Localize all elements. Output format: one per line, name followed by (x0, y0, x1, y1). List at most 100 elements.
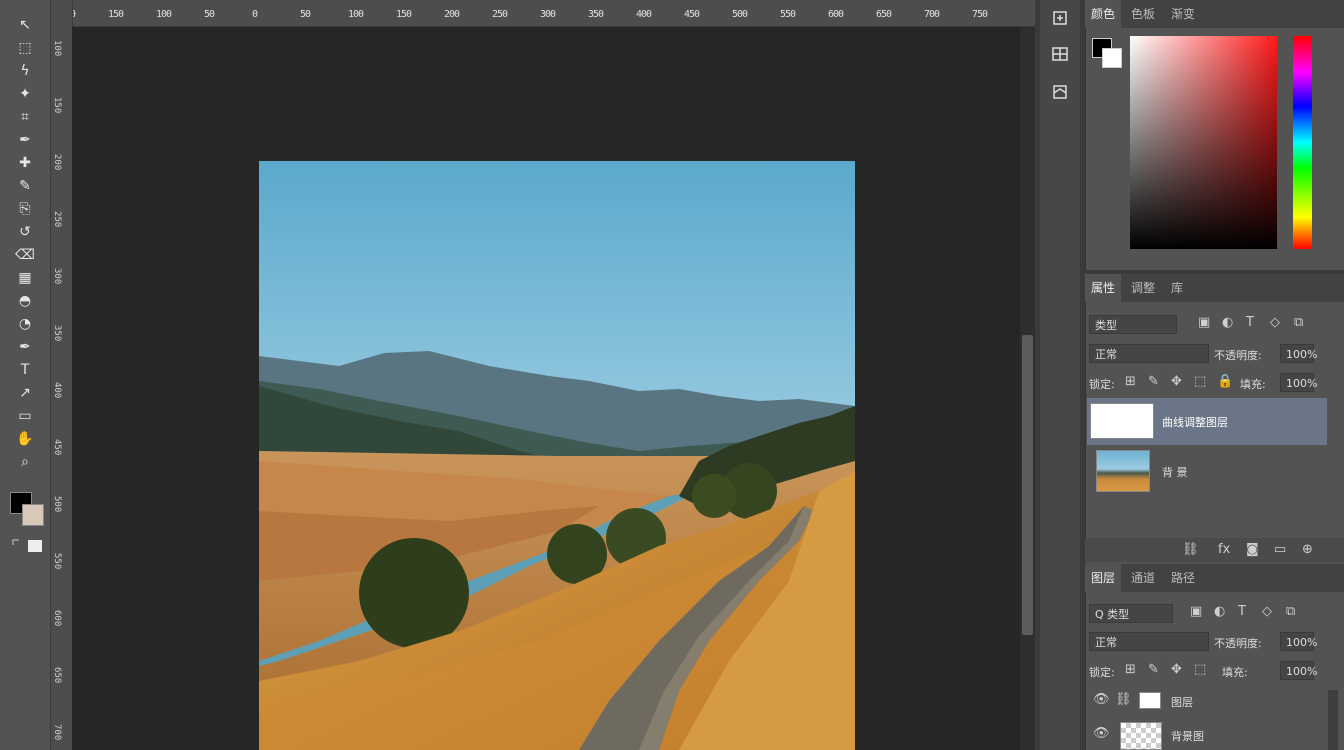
layer-name[interactable]: 背景图 (1171, 728, 1204, 744)
ruler-tick-label: 650 (52, 667, 62, 684)
marquee-tool[interactable]: ⬚ (12, 37, 38, 59)
fill-input[interactable]: 100% (1280, 373, 1317, 392)
history-icon[interactable] (1046, 4, 1074, 32)
opacity-input[interactable]: 100% (1280, 344, 1317, 363)
healing-tool[interactable]: ✚ (12, 152, 38, 174)
zoom-tool[interactable]: ⌕ (12, 451, 38, 473)
ruler-tick-label: 0 (252, 9, 258, 20)
lock-transparent-icon[interactable]: ⊞ (1125, 662, 1136, 677)
crop-tool[interactable]: ⌗ (12, 106, 38, 128)
type-tool[interactable]: T (12, 359, 38, 381)
blur-tool[interactable]: ◓ (12, 290, 38, 312)
adjustments-icon[interactable] (1046, 78, 1074, 106)
tab-adjustments[interactable]: 调整 (1125, 274, 1161, 302)
color-bg-chip[interactable] (1102, 48, 1122, 68)
add-mask-icon[interactable]: ◙ (1246, 542, 1259, 557)
hue-slider[interactable] (1293, 36, 1312, 249)
layer-row[interactable]: 👁 ⛓ 图层 (1087, 688, 1327, 714)
filter-shape-icon[interactable]: ◇ (1270, 315, 1280, 330)
layer-fill-input[interactable]: 100% (1280, 661, 1317, 680)
filter-smart-icon[interactable]: ⧉ (1286, 604, 1295, 619)
blend-mode-select[interactable]: 正常 (1089, 344, 1209, 363)
link-layers-icon[interactable]: ⛓ (1182, 542, 1199, 557)
quick-mask-icon[interactable] (28, 540, 42, 552)
move-tool[interactable]: ↖ (12, 14, 38, 36)
layer-opacity-input[interactable]: 100% (1280, 632, 1317, 651)
layer-name[interactable]: 背 景 (1162, 464, 1188, 480)
layer-row[interactable]: 👁 背景图 (1087, 720, 1327, 750)
lock-image-icon[interactable]: ✎ (1148, 374, 1159, 389)
lock-transparent-icon[interactable]: ⊞ (1125, 374, 1136, 389)
layer-blend-select[interactable]: 正常 (1089, 632, 1209, 651)
add-style-icon[interactable]: fx (1218, 542, 1230, 557)
history-brush-tool[interactable]: ↺ (12, 221, 38, 243)
filter-adjust-icon[interactable]: ◐ (1214, 604, 1225, 619)
ruler-tick-label: 250 (492, 9, 508, 20)
filter-shape-icon[interactable]: ◇ (1262, 604, 1272, 619)
lock-image-icon[interactable]: ✎ (1148, 662, 1159, 677)
link-icon: ⛓ (1115, 692, 1132, 707)
layer-thumbnail (1120, 722, 1162, 750)
filter-pixel-icon[interactable]: ▣ (1198, 315, 1210, 330)
path-select-tool[interactable]: ↗ (12, 382, 38, 404)
layer-row[interactable]: 背 景 (1087, 448, 1327, 495)
properties-icon[interactable] (1046, 40, 1074, 68)
tab-channels[interactable]: 通道 (1125, 564, 1161, 592)
pen-tool[interactable]: ✒ (12, 336, 38, 358)
eyedropper-tool[interactable]: ✒ (12, 129, 38, 151)
layer-kind-select[interactable]: Q 类型 (1089, 604, 1173, 623)
filter-smart-icon[interactable]: ⧉ (1294, 315, 1303, 330)
lock-all-icon[interactable]: 🔒 (1217, 374, 1233, 389)
tab-gradients[interactable]: 渐变 (1165, 0, 1201, 28)
stamp-tool[interactable]: ⎘ (12, 198, 38, 220)
lock-position-icon[interactable]: ✥ (1171, 662, 1182, 677)
quick-select-tool[interactable]: ✦ (12, 83, 38, 105)
ruler-tick-label: 350 (588, 9, 604, 20)
tab-libraries[interactable]: 库 (1165, 274, 1189, 302)
lock-position-icon[interactable]: ✥ (1171, 374, 1182, 389)
horizontal-ruler[interactable]: 1801501005005010015020025030035040045050… (50, 0, 1035, 27)
tab-layers[interactable]: 图层 (1085, 564, 1122, 592)
ruler-tick-label: 150 (52, 97, 62, 114)
dodge-tool[interactable]: ◔ (12, 313, 38, 335)
layer-lock-label: 锁定: (1089, 666, 1115, 679)
filter-type-icon[interactable]: T (1238, 604, 1246, 619)
vertical-ruler[interactable]: 100 150 200 250 300 350 400 450 500 550 600 650 700 (50, 0, 73, 750)
scrollbar-thumb[interactable] (1022, 335, 1033, 635)
visibility-eye-icon[interactable]: 👁 (1093, 726, 1110, 741)
ruler-tick-label: 50 (204, 9, 215, 20)
ruler-tick-label: 400 (52, 382, 62, 399)
layer-thumbnail (1096, 450, 1150, 492)
new-group-icon[interactable]: ▭ (1274, 542, 1286, 557)
ruler-tick-label: 300 (540, 9, 556, 20)
layers-scrollbar[interactable] (1328, 690, 1338, 750)
brush-tool[interactable]: ✎ (12, 175, 38, 197)
filter-pixel-icon[interactable]: ▣ (1190, 604, 1202, 619)
layer-fill-label: 填充: (1222, 666, 1248, 679)
filter-adjust-icon[interactable]: ◐ (1222, 315, 1233, 330)
ruler-tick-label: 650 (876, 9, 892, 20)
layer-name[interactable]: 图层 (1171, 694, 1193, 710)
eraser-tool[interactable]: ⌫ (12, 244, 38, 266)
background-color-swatch[interactable] (22, 504, 44, 526)
tab-swatches[interactable]: 色板 (1125, 0, 1161, 28)
tab-properties[interactable]: 属性 (1085, 274, 1122, 302)
layer-row[interactable]: 曲线调整图层 (1087, 398, 1327, 445)
lock-artboard-icon[interactable]: ⬚ (1194, 374, 1206, 389)
gradient-tool[interactable]: ▦ (12, 267, 38, 289)
color-field[interactable] (1130, 36, 1277, 249)
new-layer-icon[interactable]: ⊕ (1302, 542, 1313, 557)
layer-name[interactable]: 曲线调整图层 (1162, 414, 1228, 430)
hand-tool[interactable]: ✋ (12, 428, 38, 450)
document-image[interactable] (259, 161, 855, 750)
kind-select[interactable]: 类型 (1089, 315, 1177, 334)
filter-type-icon[interactable]: T (1246, 315, 1254, 330)
tab-paths[interactable]: 路径 (1165, 564, 1201, 592)
layer-thumbnail (1090, 403, 1154, 439)
shape-tool[interactable]: ▭ (12, 405, 38, 427)
lasso-tool[interactable]: ϟ (12, 60, 38, 82)
swap-colors-icon[interactable] (12, 532, 22, 545)
lock-artboard-icon[interactable]: ⬚ (1194, 662, 1206, 677)
visibility-eye-icon[interactable]: 👁 (1093, 692, 1110, 707)
tab-color[interactable]: 颜色 (1085, 0, 1122, 28)
